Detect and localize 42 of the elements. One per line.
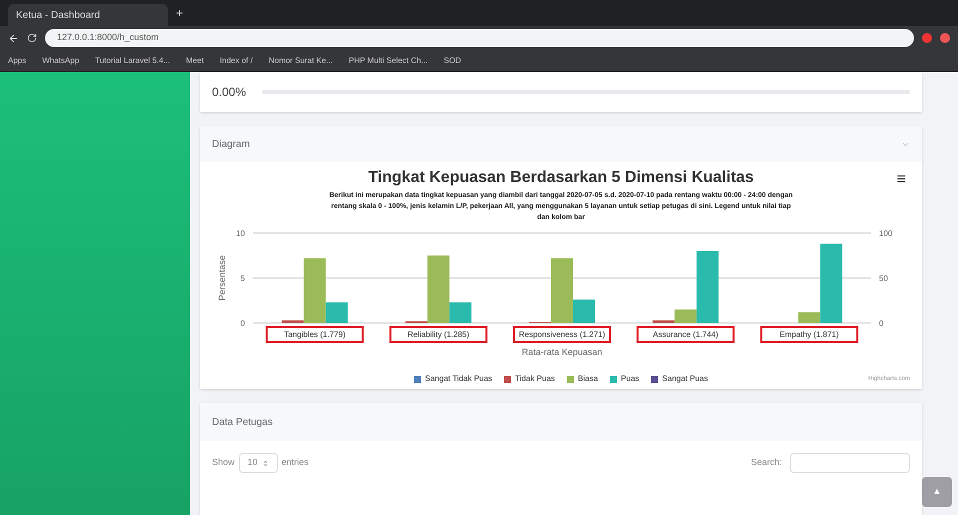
- card-title: Diagram: [212, 138, 250, 152]
- legend-item[interactable]: Sangat Tidak Puas: [414, 373, 492, 385]
- legend-item[interactable]: Tidak Puas: [504, 373, 555, 385]
- bookmark[interactable]: SOD: [444, 54, 462, 66]
- legend-item[interactable]: Puas: [610, 373, 640, 385]
- axis-tick-label: 10: [236, 229, 245, 238]
- bookmark[interactable]: Meet: [186, 54, 204, 66]
- category-label: Reliability (1.285): [408, 330, 470, 339]
- legend-item[interactable]: Biasa: [566, 373, 598, 385]
- axis-tick-label: 5: [240, 274, 245, 283]
- axis-title: Rata-rata Kepuasan: [522, 347, 602, 357]
- search-label: Search:: [750, 456, 782, 470]
- page-size-select[interactable]: 10: [238, 453, 278, 473]
- chart-title: Tingkat Kepuasan Berdasarkan 5 Dimensi Kualitas: [368, 168, 754, 188]
- category-label: Responsiveness (1.271): [518, 330, 606, 339]
- progress-reading: 0.00%: [212, 84, 246, 101]
- chart-menu-button[interactable]: ≡: [896, 168, 906, 192]
- bookmark[interactable]: Index of /: [220, 54, 253, 66]
- reload-icon[interactable]: [27, 33, 37, 43]
- category-label: Empathy (1.871): [780, 330, 839, 339]
- axis-tick-label: 100: [879, 229, 892, 238]
- browser-tab[interactable]: Ketua - Dashboard: [8, 4, 168, 26]
- axis-tick-label: 0: [879, 319, 884, 328]
- bookmark[interactable]: WhatsApp: [42, 54, 80, 66]
- search-field[interactable]: [790, 453, 910, 473]
- new-tab-button[interactable]: +: [176, 4, 184, 22]
- axis-tick-label: 0: [240, 319, 245, 328]
- show-label: Show: [212, 456, 235, 470]
- category-label: Assurance (1.744): [652, 330, 718, 339]
- card-title: Data Petugas: [212, 416, 273, 430]
- category-label: Tangibles (1.779): [284, 330, 346, 339]
- address-bar[interactable]: 127.0.0.1:8000/h_custom: [45, 29, 914, 47]
- entries-label: entries: [282, 456, 309, 470]
- legend-item[interactable]: Sangat Puas: [651, 373, 708, 385]
- bookmark[interactable]: PHP Multi Select Ch...: [348, 54, 428, 66]
- back-icon[interactable]: [8, 32, 19, 44]
- updown-icon: [262, 460, 269, 466]
- bookmark[interactable]: Apps: [8, 54, 26, 66]
- bookmark[interactable]: Nomor Surat Ke...: [268, 54, 333, 66]
- axis-title: Persentase: [217, 255, 227, 301]
- bookmark[interactable]: Tutorial Laravel 5.4...: [95, 54, 170, 66]
- axis-tick-label: 50: [879, 274, 888, 283]
